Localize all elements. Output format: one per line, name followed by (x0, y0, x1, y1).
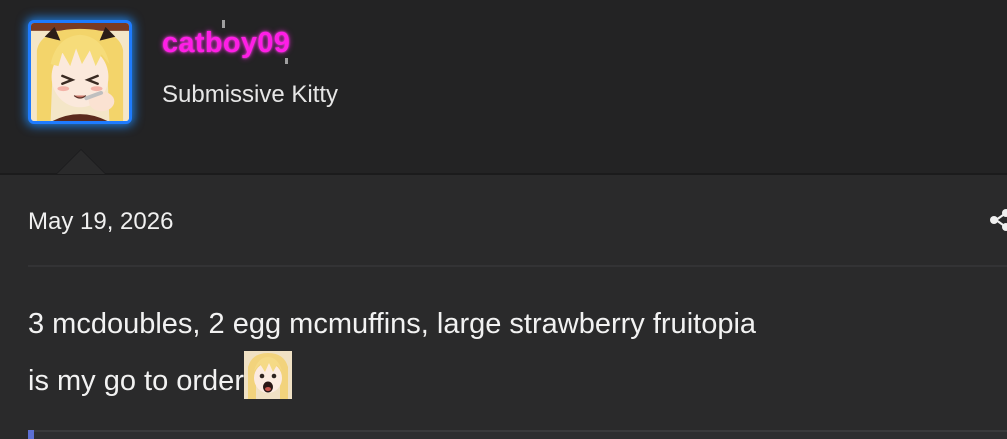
post-header-divider (28, 265, 1007, 267)
post-footer-accent (28, 430, 34, 439)
post-content-line: 3 mcdoubles, 2 egg mcmuffins, large stra… (28, 308, 757, 340)
sparkle-decoration (285, 58, 288, 64)
user-avatar[interactable] (28, 20, 132, 124)
share-icon[interactable] (988, 208, 1007, 232)
forum-post: catboy09 Submissive Kitty May 19, 2026 3… (0, 0, 1007, 439)
post-footer-bar (28, 430, 1007, 439)
anime-girl-avatar-icon (31, 23, 129, 121)
post-content-line-with-emoji: is my go to order (28, 351, 756, 404)
anime-girl-emoji-icon (243, 351, 292, 399)
post-author-header: catboy09 Submissive Kitty (0, 0, 1007, 174)
post-content-line-text: is my go to order (28, 365, 244, 397)
post-body: May 19, 2026 3 mcdoubles, 2 egg mcmuffin… (0, 173, 1007, 439)
post-date-link[interactable]: May 19, 2026 (28, 208, 173, 236)
author-username[interactable]: catboy09 (162, 27, 290, 60)
author-user-title: Submissive Kitty (162, 81, 339, 108)
post-content: 3 mcdoubles, 2 egg mcmuffins, large stra… (28, 298, 756, 404)
post-pointer-arrow (57, 150, 105, 174)
sparkle-decoration (222, 20, 225, 28)
